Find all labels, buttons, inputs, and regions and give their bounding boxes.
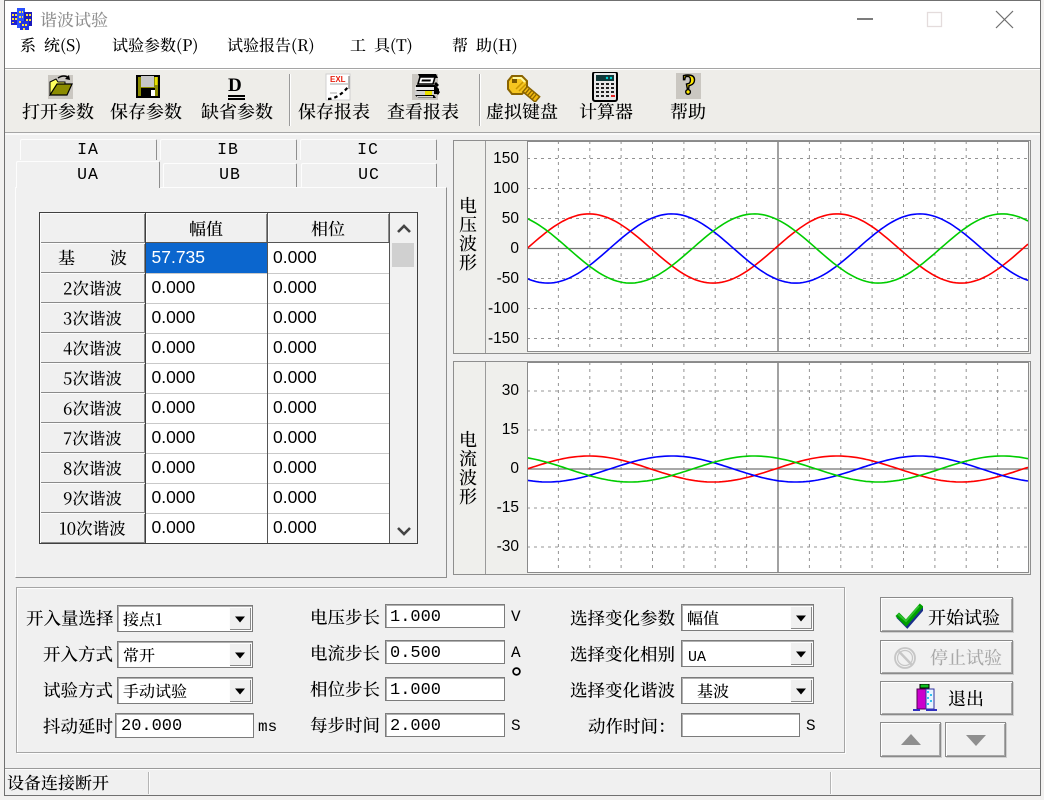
svg-text:EXL: EXL xyxy=(330,75,346,84)
svg-text:?: ? xyxy=(682,71,697,99)
